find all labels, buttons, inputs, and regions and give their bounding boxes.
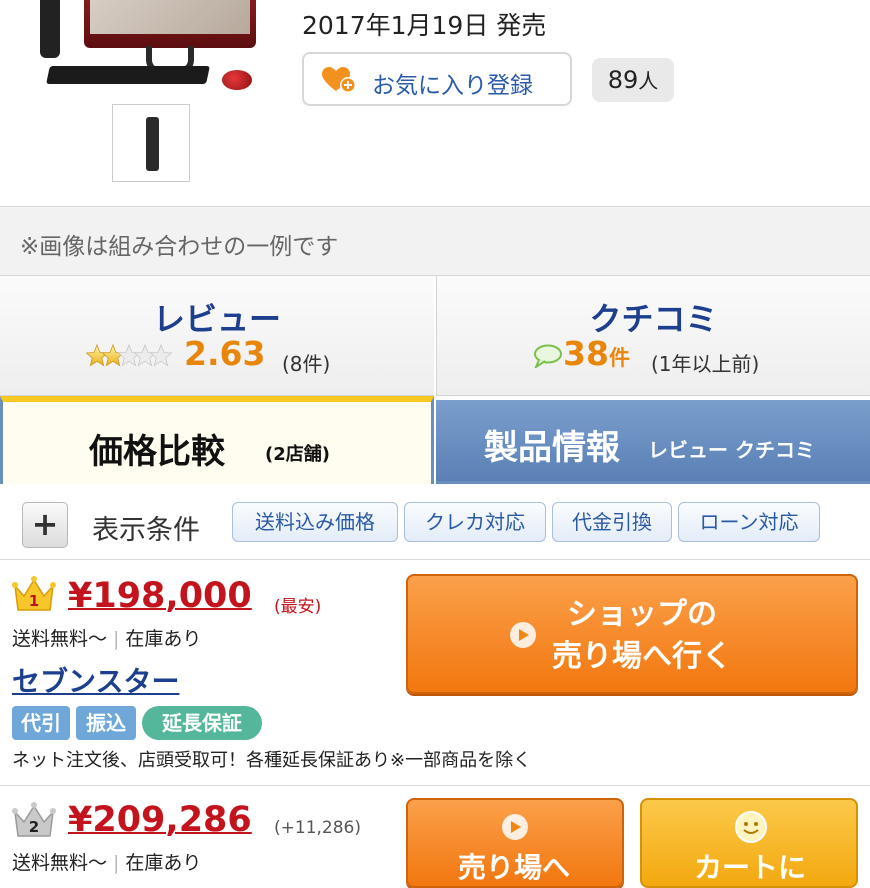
shipping-info: 送料無料〜 [12,852,108,874]
favorite-button[interactable]: お気に入り登録 [302,52,572,106]
kuchikomi-age: (1年以上前) [651,352,760,376]
review-summary[interactable]: レビュー 2.63 (8件) [0,276,434,396]
go-to-shop-line1: ショップの [567,597,717,632]
tab-price-store-count: (2店舗) [265,444,330,465]
shop-description: ネット注文後、店頭受取可！各種延長保証あり※一部商品を除く [12,750,532,771]
arrow-circle-icon [502,814,528,840]
go-to-shop-label: ショップの 売り場へ行く [552,594,732,678]
add-to-cart-label: カートに [694,851,807,884]
shop-conditions: 送料無料〜 | 在庫あり [12,848,201,875]
product-header: 2017年1月19日 発売 お気に入り登録 89人 [0,0,870,206]
filter-bar: + 表示条件 送料込み価格 クレカ対応 代金引換 ローン対応 [0,484,870,560]
shop-name-link[interactable]: セブンスター [12,660,179,700]
tab-price-label: 価格比較 [89,432,225,472]
tab-info-label: 製品情報 [484,428,620,468]
kuchikomi-count-number: 38 [563,334,609,373]
ratings-row: レビュー 2.63 (8件) クチコミ 38件 (1年以上前) [0,276,870,396]
favorite-count: 89人 [592,58,674,102]
stock-info: 在庫あり [125,628,202,650]
go-to-shop-button[interactable]: ショップの 売り場へ行く [406,574,858,694]
shop-price[interactable]: ¥209,286 [68,800,252,840]
badge-transfer: 振込 [76,706,136,740]
review-count: (8件) [282,352,331,376]
remote-thumbnail-image [146,117,159,171]
favorite-count-unit: 人 [638,69,659,93]
smiley-cart-icon [735,811,767,843]
crown-gold-icon: 1 [12,574,56,614]
rank-number: 2 [28,818,40,836]
stock-info: 在庫あり [125,852,202,874]
shipping-info: 送料無料〜 [12,628,108,650]
go-to-store-button[interactable]: 売り場へ [406,798,624,888]
rank-number: 1 [28,592,40,610]
product-image-mouse [222,70,252,90]
shop-entry: 1 ¥198,000 (最安) 送料無料〜 | 在庫あり セブンスター 代引 振込 … [0,560,870,786]
filter-chip-loan[interactable]: ローン対応 [678,502,820,542]
image-note-bar: ※画像は組み合わせの一例です [0,206,870,276]
tab-info-sub: レビュー クチコミ [648,438,815,462]
go-to-store-label: 売り場へ [458,851,571,884]
heart-plus-icon [322,67,356,93]
star-rating-icon [86,344,172,366]
speech-bubble-icon [534,344,562,368]
divider: | [113,628,120,650]
product-thumbnail[interactable] [112,104,190,182]
image-note: ※画像は組み合わせの一例です [20,234,339,260]
go-to-shop-line2: 売り場へ行く [552,639,732,674]
product-image-remote[interactable] [40,0,60,58]
price-note: (最安) [274,597,322,617]
expand-filter-button[interactable]: + [22,502,68,548]
filter-chip-cash-on-delivery[interactable]: 代金引換 [552,502,672,542]
favorite-count-number: 89 [607,66,639,94]
arrow-circle-icon [510,622,536,648]
badge-cod: 代引 [12,706,70,740]
favorite-label: お気に入り登録 [372,73,533,99]
crown-silver-icon: 2 [12,800,56,840]
shop-entry: 2 ¥209,286 (+11,286) 送料無料〜 | 在庫あり 売り場へ カート… [0,786,870,888]
product-image-main[interactable] [84,0,256,74]
shop-price[interactable]: ¥198,000 [68,576,252,616]
kuchikomi-summary[interactable]: クチコミ 38件 (1年以上前) [436,276,870,396]
tab-product-info[interactable]: 製品情報 レビュー クチコミ [436,400,870,484]
kuchikomi-count: 38件 [563,334,630,373]
badge-extended-warranty: 延長保証 [142,706,262,740]
filter-label: 表示条件 [92,515,200,546]
filter-chip-shipping-included[interactable]: 送料込み価格 [232,502,398,542]
price-note: (+11,286) [274,818,361,838]
tab-bar: 価格比較 (2店舗) 製品情報 レビュー クチコミ [0,396,870,484]
filter-chip-credit-card[interactable]: クレカ対応 [404,502,546,542]
kuchikomi-count-unit: 件 [608,346,630,370]
kuchikomi-title: クチコミ [589,300,718,338]
release-date: 2017年1月19日 発売 [302,11,547,40]
divider: | [113,852,120,874]
review-score: 2.63 [184,334,266,373]
add-to-cart-button[interactable]: カートに [640,798,858,888]
product-image-screen [90,0,250,34]
product-image-keyboard [46,66,210,84]
shop-conditions: 送料無料〜 | 在庫あり [12,624,201,651]
tab-price-comparison[interactable]: 価格比較 (2店舗) [0,396,434,484]
